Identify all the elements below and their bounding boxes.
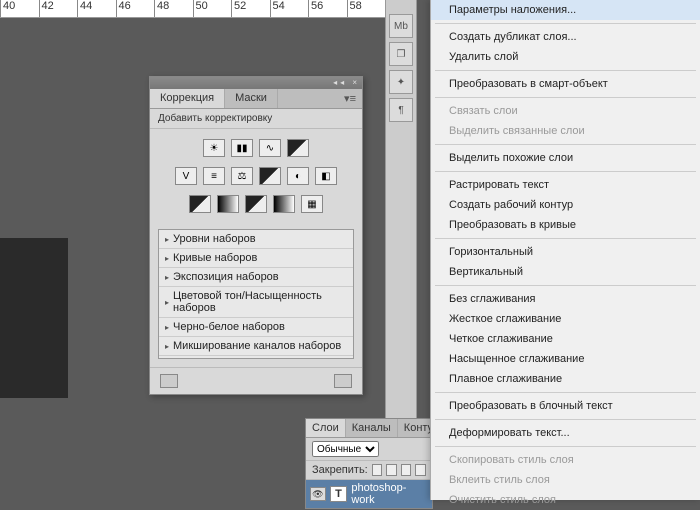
menu-item[interactable]: Параметры наложения... [431,0,700,20]
menu-item[interactable]: Создать дубликат слоя... [431,27,700,47]
lock-transparency-icon[interactable] [372,464,383,476]
invert-icon[interactable] [189,195,211,213]
adjustment-icon-grid: ☀ ▮▮ ∿ V ≡ ⚖ ◐ ◧ ▦ [150,129,362,229]
layer-context-menu: Параметры наложения... Создать дубликат с… [430,0,700,500]
menu-item[interactable]: Насыщенное сглаживание [431,349,700,369]
adjustments-panel: ◂◂ × Коррекция Маски ▾≡ Добавить коррект… [149,76,363,395]
menu-item[interactable]: Плавное сглаживание [431,369,700,389]
menu-item[interactable]: Преобразовать в смарт-объект [431,74,700,94]
menu-item[interactable]: Без сглаживания [431,289,700,309]
menu-item[interactable]: Преобразовать в блочный текст [431,396,700,416]
menu-item[interactable]: Жесткое сглаживание [431,309,700,329]
menu-item: Скопировать стиль слоя [431,450,700,470]
menu-item[interactable]: Деформировать текст... [431,423,700,443]
menu-item[interactable]: Преобразовать в кривые [431,215,700,235]
menu-item[interactable]: Четкое сглаживание [431,329,700,349]
blend-mode-select[interactable]: Обычные [312,441,379,457]
threshold-icon[interactable] [245,195,267,213]
menu-separator [435,238,696,239]
preset-list[interactable]: Уровни наборов Кривые наборов Экспозиция… [158,229,354,359]
menu-separator [435,419,696,420]
menu-item[interactable]: Вертикальный [431,262,700,282]
list-item[interactable]: Кривые наборов [159,249,353,268]
panel-icon-3[interactable]: ✦ [389,70,413,94]
lock-all-icon[interactable] [415,464,426,476]
levels-icon[interactable]: ▮▮ [231,139,253,157]
list-item[interactable]: Черно-белое наборов [159,318,353,337]
menu-separator [435,144,696,145]
curves-icon[interactable]: ∿ [259,139,281,157]
layer-name: photoshop-work [351,482,428,506]
menu-item[interactable]: Выделить похожие слои [431,148,700,168]
menu-item: Очистить стиль слоя [431,490,700,510]
list-item[interactable]: Цветовой тон/Насыщенность наборов [159,287,353,318]
panel-icon-4[interactable]: ¶ [389,98,413,122]
menu-separator [435,446,696,447]
panel-icon-2[interactable]: ❐ [389,42,413,66]
exposure-icon[interactable] [287,139,309,157]
tab-channels[interactable]: Каналы [346,419,398,437]
menu-separator [435,285,696,286]
panel-menu-icon[interactable]: ▾≡ [338,89,362,108]
clip-toggle-icon[interactable] [334,374,352,388]
channel-mixer-icon[interactable]: ◧ [315,167,337,185]
visibility-eye-icon[interactable]: 👁 [310,487,326,501]
menu-separator [435,97,696,98]
panel-icon-1[interactable]: Mb [389,14,413,38]
lock-pixels-icon[interactable] [386,464,397,476]
menu-separator [435,70,696,71]
tab-layers[interactable]: Слои [306,419,346,437]
menu-separator [435,171,696,172]
vibrance-icon[interactable]: V [175,167,197,185]
expand-view-icon[interactable] [160,374,178,388]
tab-adjustments[interactable]: Коррекция [150,89,225,108]
lock-label: Закрепить: [312,464,368,476]
panel-subtitle: Добавить корректировку [150,109,362,129]
menu-item: Связать слои [431,101,700,121]
selective-color-icon[interactable]: ▦ [301,195,323,213]
menu-item[interactable]: Растрировать текст [431,175,700,195]
panel-collapse-icon[interactable]: ◂◂ × [333,78,360,87]
layers-panel: Слои Каналы Контур Обычные Закрепить: 👁 … [305,418,433,509]
list-item[interactable]: Микширование каналов наборов [159,337,353,356]
list-item[interactable]: Экспозиция наборов [159,268,353,287]
lock-position-icon[interactable] [401,464,412,476]
list-item[interactable]: Уровни наборов [159,230,353,249]
tab-masks[interactable]: Маски [225,89,278,108]
menu-item[interactable]: Создать рабочий контур [431,195,700,215]
list-item[interactable]: Выборочная коррекция цвета наборов [159,356,353,359]
bw-icon[interactable] [259,167,281,185]
menu-separator [435,23,696,24]
photo-filter-icon[interactable]: ◐ [287,167,309,185]
gradient-map-icon[interactable] [273,195,295,213]
layer-row[interactable]: 👁 T photoshop-work [306,480,432,508]
posterize-icon[interactable] [217,195,239,213]
color-balance-icon[interactable]: ⚖ [231,167,253,185]
menu-item: Вклеить стиль слоя [431,470,700,490]
canvas-edge [0,238,68,398]
menu-item[interactable]: Удалить слой [431,47,700,67]
hue-icon[interactable]: ≡ [203,167,225,185]
menu-item[interactable]: Горизонтальный [431,242,700,262]
menu-separator [435,392,696,393]
menu-item: Выделить связанные слои [431,121,700,141]
brightness-icon[interactable]: ☀ [203,139,225,157]
panel-titlebar[interactable]: ◂◂ × [150,77,362,89]
horizontal-ruler: 40 42 44 46 48 50 52 54 56 58 [0,0,385,18]
